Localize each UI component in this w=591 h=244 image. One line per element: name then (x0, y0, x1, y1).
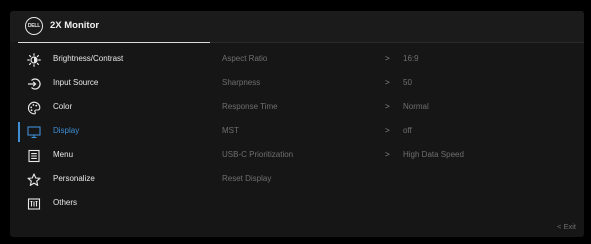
monitor-title: 2X Monitor (50, 20, 100, 31)
setting-usb-c-prioritization[interactable]: USB-C Prioritization > High Data Speed (210, 144, 584, 168)
exit-button[interactable]: < Exit (557, 222, 576, 231)
others-icon (27, 197, 41, 211)
display-submenu: Aspect Ratio > 16:9 Sharpness > 50 Respo… (210, 48, 584, 192)
setting-name: USB-C Prioritization (222, 150, 294, 159)
brightness-icon (27, 53, 41, 67)
menu-item-label: Others (53, 198, 78, 207)
chevron-right-icon: > (385, 54, 390, 63)
dell-logo: DELL (25, 17, 43, 35)
menu-item-label: Display (53, 126, 80, 135)
osd-panel: DELL 2X Monitor Brightness/Contrast Inpu… (10, 11, 584, 237)
setting-reset-display[interactable]: Reset Display (210, 168, 584, 192)
setting-name: Response Time (222, 102, 278, 111)
menu-item-label: Menu (53, 150, 74, 159)
setting-name: MST (222, 126, 239, 135)
header-divider-highlight (18, 42, 210, 43)
display-icon (27, 125, 41, 139)
menu-item-menu[interactable]: Menu (10, 144, 210, 168)
setting-sharpness[interactable]: Sharpness > 50 (210, 72, 584, 96)
menu-item-input-source[interactable]: Input Source (10, 72, 210, 96)
chevron-right-icon: > (385, 102, 390, 111)
setting-name: Sharpness (222, 78, 261, 87)
setting-mst[interactable]: MST > off (210, 120, 584, 144)
input-source-icon (27, 77, 41, 91)
menu-item-label: Brightness/Contrast (53, 54, 124, 63)
header-divider (210, 42, 584, 43)
menu-item-others[interactable]: Others (10, 192, 210, 216)
setting-name: Reset Display (222, 174, 272, 183)
menu-item-label: Input Source (53, 78, 99, 87)
setting-aspect-ratio[interactable]: Aspect Ratio > 16:9 (210, 48, 584, 72)
menu-item-personalize[interactable]: Personalize (10, 168, 210, 192)
setting-value: off (403, 126, 412, 135)
menu-item-brightness-contrast[interactable]: Brightness/Contrast (10, 48, 210, 72)
header-bar: DELL 2X Monitor (10, 11, 584, 42)
menu-item-label: Color (53, 102, 73, 111)
setting-response-time[interactable]: Response Time > Normal (210, 96, 584, 120)
chevron-right-icon: > (385, 78, 390, 87)
star-icon (27, 173, 41, 187)
setting-value: High Data Speed (403, 150, 464, 159)
setting-name: Aspect Ratio (222, 54, 268, 63)
menu-item-color[interactable]: Color (10, 96, 210, 120)
main-menu: Brightness/Contrast Input Source Color D… (10, 48, 210, 216)
color-palette-icon (27, 101, 41, 115)
setting-value: 50 (403, 78, 412, 87)
setting-value: Normal (403, 102, 429, 111)
setting-value: 16:9 (403, 54, 419, 63)
menu-item-label: Personalize (53, 174, 95, 183)
chevron-right-icon: > (385, 126, 390, 135)
menu-item-display[interactable]: Display (10, 120, 210, 144)
chevron-right-icon: > (385, 150, 390, 159)
menu-icon (27, 149, 41, 163)
